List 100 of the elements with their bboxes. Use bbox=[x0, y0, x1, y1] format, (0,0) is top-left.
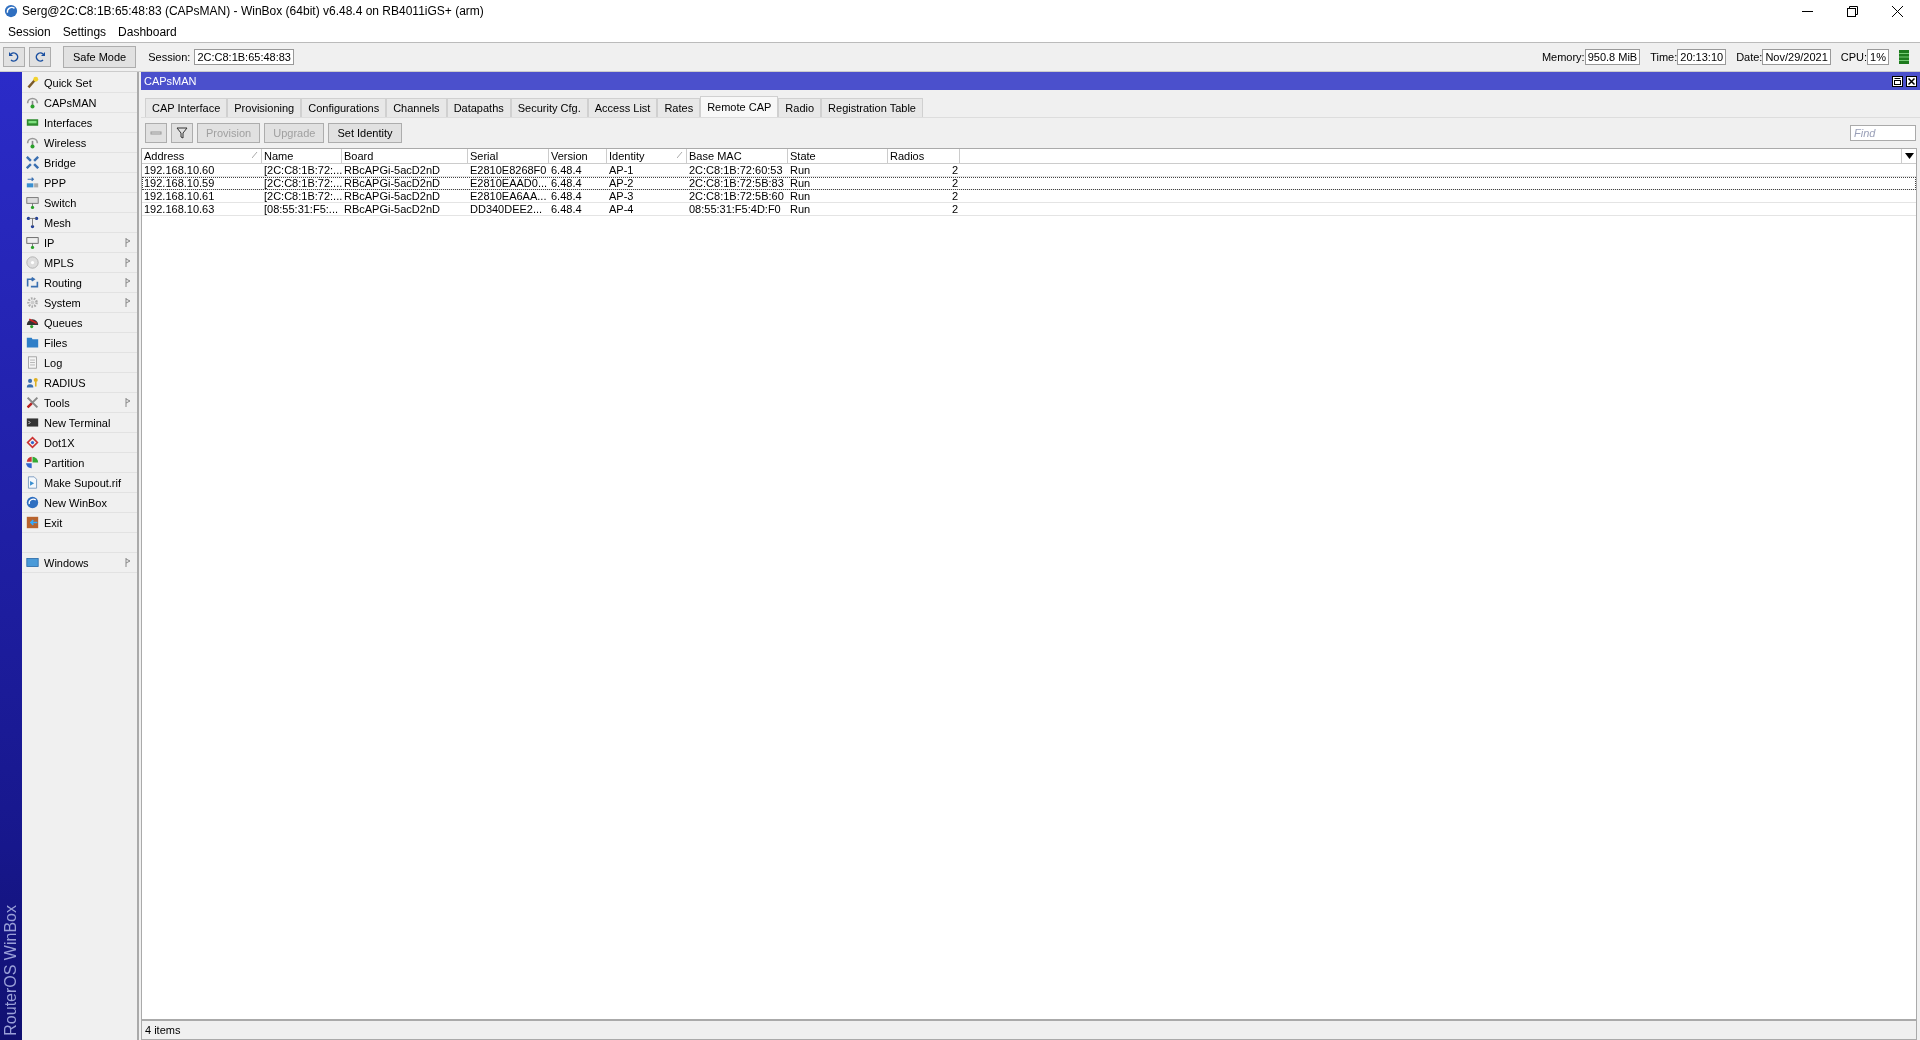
table-cell-text: AP-3 bbox=[608, 190, 635, 202]
stat-label: Date: bbox=[1736, 51, 1763, 63]
sidebar-item-label: IP bbox=[44, 236, 55, 249]
stat-value: 1% bbox=[1867, 49, 1889, 65]
tab[interactable]: Configurations bbox=[301, 98, 387, 117]
column-header[interactable]: Identity bbox=[607, 149, 687, 163]
sidebar-item[interactable]: Bridge bbox=[22, 153, 137, 173]
menu-item[interactable]: Settings bbox=[56, 25, 113, 39]
table-cell-text: E2810E8268F0 bbox=[469, 164, 548, 176]
close-button[interactable] bbox=[1906, 75, 1917, 87]
sidebar-item-label: MPLS bbox=[44, 256, 74, 269]
toolbar-button[interactable]: Set Identity bbox=[328, 123, 402, 143]
sidebar-item-label: Bridge bbox=[44, 156, 76, 169]
column-menu-button[interactable] bbox=[1901, 149, 1916, 163]
status-text: 4 items bbox=[145, 1024, 181, 1036]
tab[interactable]: Channels bbox=[386, 98, 447, 117]
sidebar-item-label: Dot1X bbox=[44, 436, 75, 449]
chip-icon bbox=[26, 236, 39, 249]
safe-mode-button[interactable]: Safe Mode bbox=[63, 46, 137, 68]
tab[interactable]: Rates bbox=[657, 98, 701, 117]
redo-button[interactable] bbox=[29, 47, 51, 67]
sidebar-item-label: Exit bbox=[44, 516, 63, 529]
column-header[interactable]: Address bbox=[142, 149, 262, 163]
column-header[interactable]: Name bbox=[262, 149, 342, 163]
undo-button[interactable] bbox=[3, 47, 25, 67]
sidebar-item[interactable]: Dot1X bbox=[22, 433, 137, 453]
table-cell-text: RBcAPGi-5acD2nD bbox=[343, 164, 441, 176]
sidebar-item[interactable]: Quick Set bbox=[22, 73, 137, 93]
restore-button[interactable] bbox=[1892, 75, 1903, 87]
globe-icon bbox=[26, 496, 39, 509]
table-row[interactable]: 192.168.10.63 [08:55:31:F5:... RBcAPGi-5acD2nD DD340DEE2... 6.48.4 AP-4 08:55:31:F5:4D:F0 Run 2 bbox=[142, 203, 1916, 216]
table-cell-text: AP-4 bbox=[608, 203, 635, 215]
sidebar-item[interactable]: Make Supout.rif bbox=[22, 473, 137, 493]
route-icon bbox=[26, 276, 39, 289]
stat-label: Time: bbox=[1650, 51, 1678, 63]
terminal-icon bbox=[26, 416, 39, 429]
table-row[interactable]: 192.168.10.61 [2C:C8:1B:72:...RBcAPGi-5acD2nD E2810EA6AA... 6.48.4 AP-3 2C:C8:1B:72:5B:60 Run 2 bbox=[142, 190, 1916, 203]
table-cell-text: DD340DEE2... bbox=[469, 203, 544, 215]
table-cell-text: 6.48.4 bbox=[550, 177, 583, 189]
sidebar-item-label: Mesh bbox=[44, 216, 71, 229]
table-cell-text: AP-2 bbox=[608, 177, 635, 189]
menu-item[interactable]: Dashboard bbox=[112, 25, 183, 39]
pie-icon bbox=[26, 456, 39, 469]
column-header[interactable]: Board bbox=[342, 149, 468, 163]
brand-label: RouterOS WinBox bbox=[2, 904, 20, 1036]
stat-value: 20:13:10 bbox=[1677, 49, 1727, 65]
menu-item[interactable]: Session bbox=[2, 25, 57, 39]
sidebar-item-label: Log bbox=[44, 356, 63, 369]
dropdown-arrow-icon bbox=[1904, 153, 1914, 159]
filter-icon bbox=[176, 127, 188, 139]
restore-icon bbox=[1847, 5, 1858, 17]
column-header[interactable]: State bbox=[788, 149, 888, 163]
column-header[interactable]: Serial bbox=[468, 149, 549, 163]
tab[interactable]: Datapaths bbox=[446, 98, 511, 117]
sidebar-item[interactable]: Exit bbox=[22, 513, 137, 533]
stat-label: CPU: bbox=[1840, 51, 1868, 63]
session-label: Session: bbox=[148, 51, 191, 63]
sidebar-item-label: Routing bbox=[44, 276, 82, 289]
tab[interactable]: Radio bbox=[778, 98, 822, 117]
table-cell-text: [08:55:31:F5:... bbox=[263, 203, 339, 215]
switch-icon bbox=[26, 196, 39, 209]
disc-icon bbox=[26, 256, 39, 269]
table-cell-text: 08:55:31:F5:4D:F0 bbox=[688, 203, 782, 215]
table-cell-text: 2C:C8:1B:72:5B:83 bbox=[688, 177, 785, 189]
sidebar-item-label: Wireless bbox=[44, 136, 87, 149]
tab[interactable]: Remote CAP bbox=[700, 96, 779, 117]
table-cell-text: E2810EAAD0... bbox=[469, 177, 549, 189]
stat-value: Nov/29/2021 bbox=[1762, 49, 1831, 65]
sidebar-item-label: PPP bbox=[44, 176, 66, 189]
sidebar-item-label: Tools bbox=[44, 396, 70, 409]
tab[interactable]: Provisioning bbox=[227, 98, 302, 117]
table-cell-text: 2 bbox=[950, 164, 959, 176]
sidebar-item[interactable]: New WinBox bbox=[22, 493, 137, 513]
table-cell-text: 6.48.4 bbox=[550, 203, 583, 215]
tab[interactable]: Access List bbox=[587, 98, 658, 117]
tab[interactable]: CAP Interface bbox=[145, 98, 228, 117]
table-cell-text: Run bbox=[789, 203, 812, 215]
column-header[interactable]: Radios bbox=[888, 149, 960, 163]
sidebar-item-label: Quick Set bbox=[44, 76, 92, 89]
table-row[interactable]: 192.168.10.59 [2C:C8:1B:72:...RBcAPGi-5acD2nD E2810EAAD0... 6.48.4 AP-2 2C:C8:1B:72:5B:83 Run 2 bbox=[142, 177, 1916, 190]
window-title: Serg@2C:C8:1B:65:48:83 (CAPsMAN) - WinBox (64bit) v6.48.4 on RB4011iGS+ (arm) bbox=[22, 4, 485, 18]
sidebar-item[interactable]: Partition bbox=[22, 453, 137, 473]
gear-icon bbox=[26, 296, 39, 309]
find-field[interactable]: Find bbox=[1850, 125, 1916, 141]
table-cell-text: [2C:C8:1B:72:... bbox=[263, 190, 342, 202]
tab[interactable]: Security Cfg. bbox=[510, 98, 588, 117]
column-header[interactable]: Base MAC bbox=[687, 149, 788, 163]
sidebar-item[interactable]: Mesh bbox=[22, 213, 137, 233]
wand-icon bbox=[26, 76, 39, 89]
table-row[interactable]: 192.168.10.60 [2C:C8:1B:72:...RBcAPGi-5acD2nD E2810E8268F0 6.48.4 AP-1 2C:C8:1B:72:60:53 Run 2 bbox=[142, 164, 1916, 177]
stat-label: Memory: bbox=[1541, 51, 1585, 63]
tab[interactable]: Registration Table bbox=[821, 98, 923, 117]
table-cell-text: RBcAPGi-5acD2nD bbox=[343, 203, 441, 215]
table-cell-text: RBcAPGi-5acD2nD bbox=[343, 177, 441, 189]
column-header[interactable]: Version bbox=[549, 149, 607, 163]
sidebar-item[interactable]: Log bbox=[22, 353, 137, 373]
sidebar-item[interactable]: MPLS bbox=[22, 253, 137, 273]
filter-button[interactable] bbox=[171, 123, 193, 143]
table-cell-text: 2 bbox=[950, 203, 959, 215]
nodes-icon bbox=[26, 216, 39, 229]
